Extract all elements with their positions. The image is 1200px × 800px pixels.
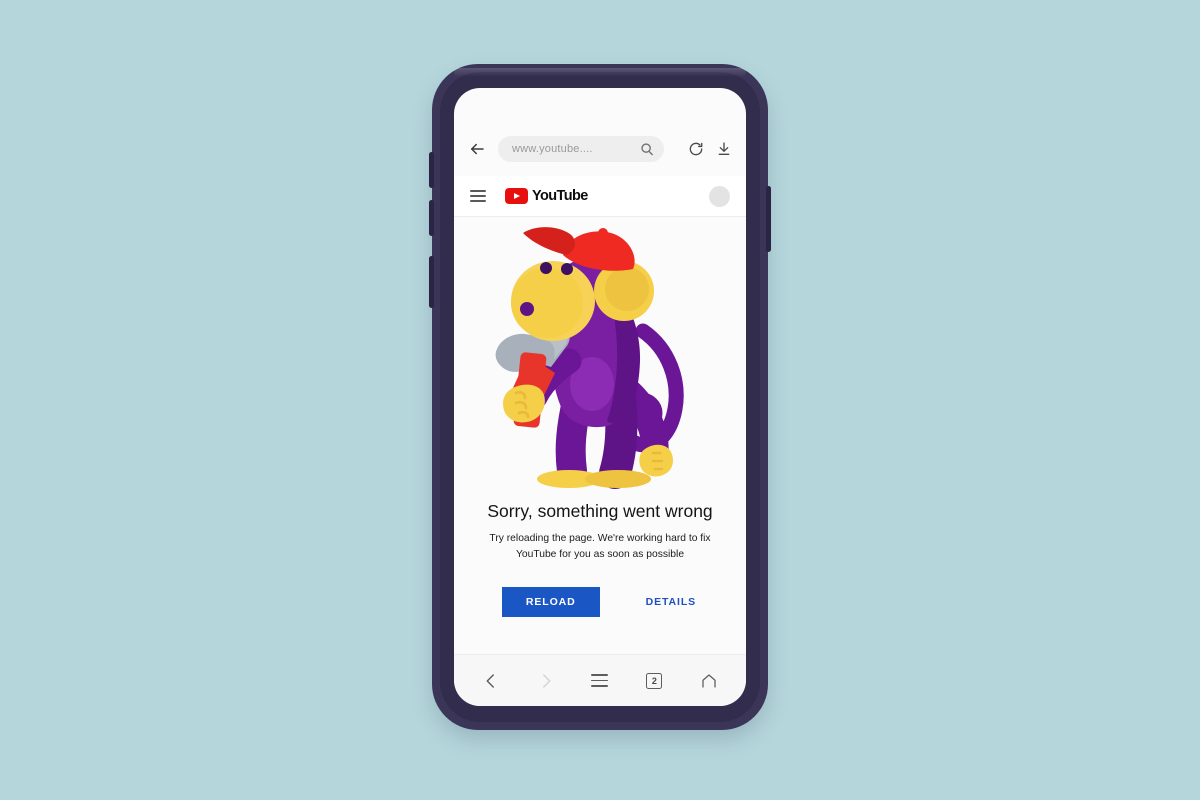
error-subtitle: Try reloading the page. We're working ha… [489, 533, 711, 560]
avatar[interactable] [709, 185, 730, 207]
hamburger-menu-icon[interactable] [470, 190, 486, 202]
browser-bottom-nav: 2 [454, 654, 746, 706]
youtube-play-badge-icon [505, 188, 528, 204]
volume-up-button[interactable] [429, 152, 434, 188]
nav-forward-button[interactable] [529, 664, 563, 698]
screenshot-canvas: www.youtube.... YouTube Sorry, something… [0, 0, 1200, 800]
nav-tabs-button[interactable]: 2 [637, 664, 671, 698]
volume-down-button[interactable] [429, 200, 434, 236]
nav-back-button[interactable] [474, 664, 508, 698]
phone-screen: www.youtube.... YouTube Sorry, something… [454, 88, 746, 706]
nav-home-button[interactable] [692, 664, 726, 698]
youtube-app-header: YouTube [454, 176, 746, 216]
youtube-wordmark: YouTube [532, 188, 588, 204]
url-input-pill[interactable]: www.youtube.... [498, 136, 664, 162]
search-icon[interactable] [640, 142, 654, 156]
monkey-with-hammer-illustration [475, 221, 725, 499]
download-icon[interactable] [716, 141, 732, 157]
page-title: Sorry, something went wrong [487, 501, 713, 521]
browser-url-bar: www.youtube.... [454, 126, 746, 172]
phone-device-frame: www.youtube.... YouTube Sorry, something… [429, 64, 771, 730]
error-page-content: Sorry, something went wrong Try reloadin… [454, 217, 746, 672]
details-button[interactable]: DETAILS [644, 587, 698, 617]
tab-count-badge: 2 [646, 672, 663, 689]
reload-icon[interactable] [688, 141, 704, 157]
nav-menu-button[interactable] [583, 664, 617, 698]
mute-switch-button[interactable] [429, 256, 434, 308]
action-row: RELOAD DETAILS [501, 586, 698, 617]
youtube-logo[interactable]: YouTube [505, 188, 588, 204]
nav-hamburger-icon [591, 674, 609, 687]
url-text: www.youtube.... [512, 143, 593, 155]
reload-button[interactable]: RELOAD [501, 586, 600, 617]
back-arrow-icon[interactable] [468, 140, 486, 158]
power-button[interactable] [766, 186, 771, 252]
